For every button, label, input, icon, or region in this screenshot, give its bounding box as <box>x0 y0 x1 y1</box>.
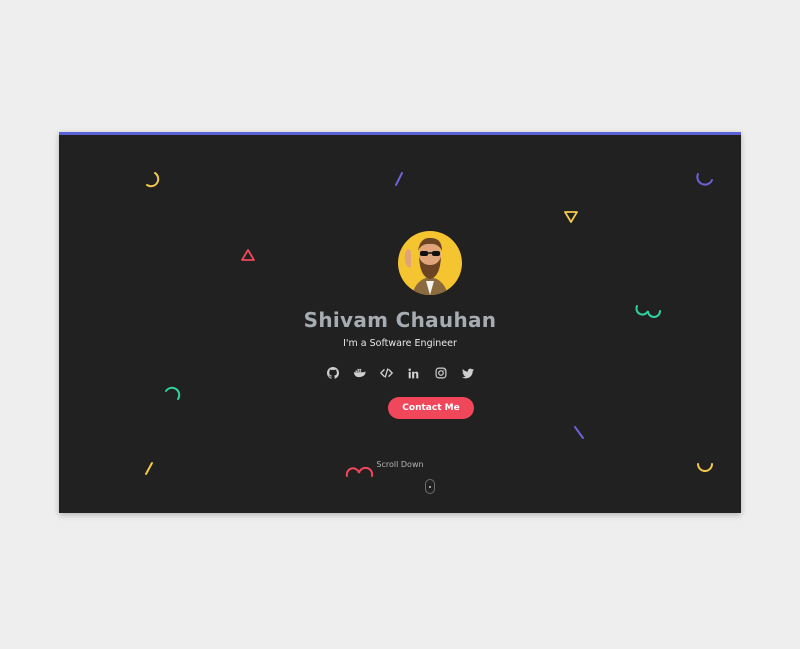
twitter-icon[interactable] <box>460 365 476 381</box>
avatar <box>398 231 462 295</box>
purple-line-shape <box>395 172 403 186</box>
hero-section: Shivam Chauhan I'm a Software Engineer C… <box>59 132 741 513</box>
social-links <box>59 365 741 381</box>
docker-icon[interactable] <box>352 365 368 381</box>
yellow-arc-shape <box>146 172 160 188</box>
github-icon[interactable] <box>325 365 341 381</box>
mouse-scroll-icon[interactable] <box>425 479 435 494</box>
code-icon[interactable] <box>379 365 395 381</box>
red-triangle-shape <box>241 249 255 261</box>
purple-arc-shape <box>696 173 713 186</box>
contact-me-button[interactable]: Contact Me <box>388 397 474 419</box>
scroll-down-label: Scroll Down <box>376 460 424 469</box>
mouse-wheel-dot <box>429 486 431 488</box>
profile-tagline: I'm a Software Engineer <box>343 338 457 349</box>
instagram-icon[interactable] <box>433 365 449 381</box>
teal-arc-shape <box>165 386 181 400</box>
bearded-man-avatar-icon <box>404 237 448 295</box>
profile-name: Shivam Chauhan <box>303 308 497 332</box>
yellow-triangle-shape <box>564 211 578 223</box>
linkedin-icon[interactable] <box>406 365 422 381</box>
purple-line-shape-2 <box>574 426 584 439</box>
